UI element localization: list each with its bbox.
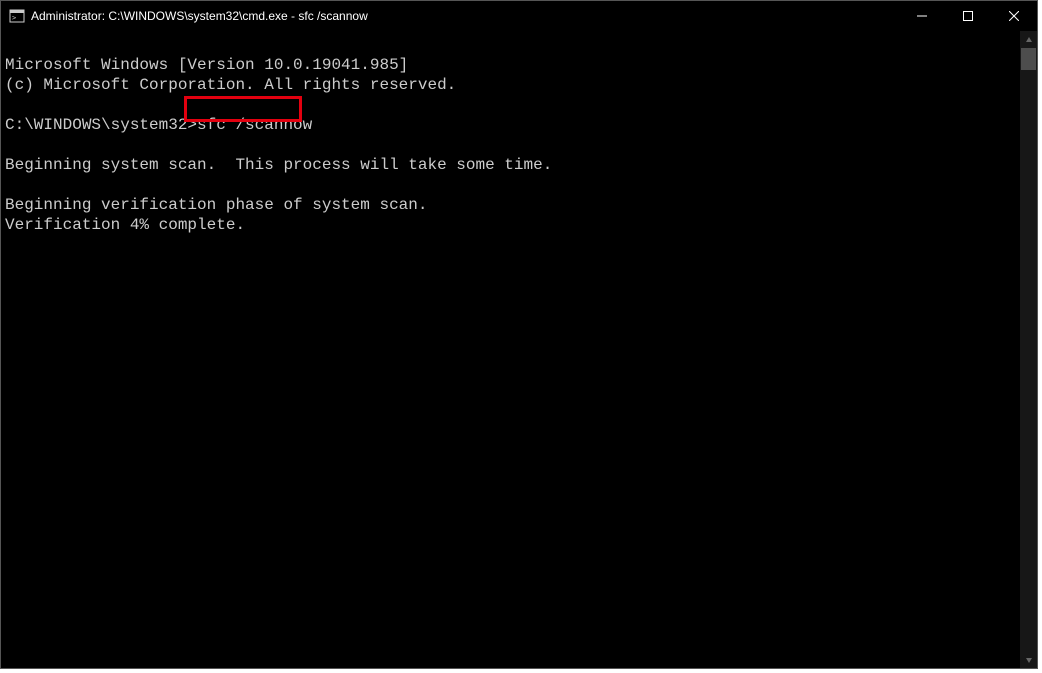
close-button[interactable] — [991, 1, 1037, 31]
terminal-command: sfc /scannow — [197, 116, 312, 134]
terminal-line: Verification 4% complete. — [5, 216, 245, 234]
terminal-line: Beginning verification phase of system s… — [5, 196, 427, 214]
terminal-line: (c) Microsoft Corporation. All rights re… — [5, 76, 456, 94]
terminal-line: Microsoft Windows [Version 10.0.19041.98… — [5, 56, 408, 74]
terminal-prompt: C:\WINDOWS\system32> — [5, 116, 197, 134]
svg-text:>_: >_ — [12, 14, 21, 22]
scroll-thumb[interactable] — [1021, 48, 1036, 70]
cmd-window: >_ Administrator: C:\WINDOWS\system32\cm… — [0, 0, 1038, 669]
window-title: Administrator: C:\WINDOWS\system32\cmd.e… — [31, 9, 899, 23]
terminal-output[interactable]: Microsoft Windows [Version 10.0.19041.98… — [1, 31, 1020, 668]
vertical-scrollbar[interactable] — [1020, 31, 1037, 668]
titlebar[interactable]: >_ Administrator: C:\WINDOWS\system32\cm… — [1, 1, 1037, 31]
terminal-line: Beginning system scan. This process will… — [5, 156, 552, 174]
content-area: Microsoft Windows [Version 10.0.19041.98… — [1, 31, 1037, 668]
scroll-down-button[interactable] — [1020, 651, 1037, 668]
minimize-button[interactable] — [899, 1, 945, 31]
cmd-icon: >_ — [9, 8, 25, 24]
window-controls — [899, 1, 1037, 31]
maximize-button[interactable] — [945, 1, 991, 31]
scroll-up-button[interactable] — [1020, 31, 1037, 48]
